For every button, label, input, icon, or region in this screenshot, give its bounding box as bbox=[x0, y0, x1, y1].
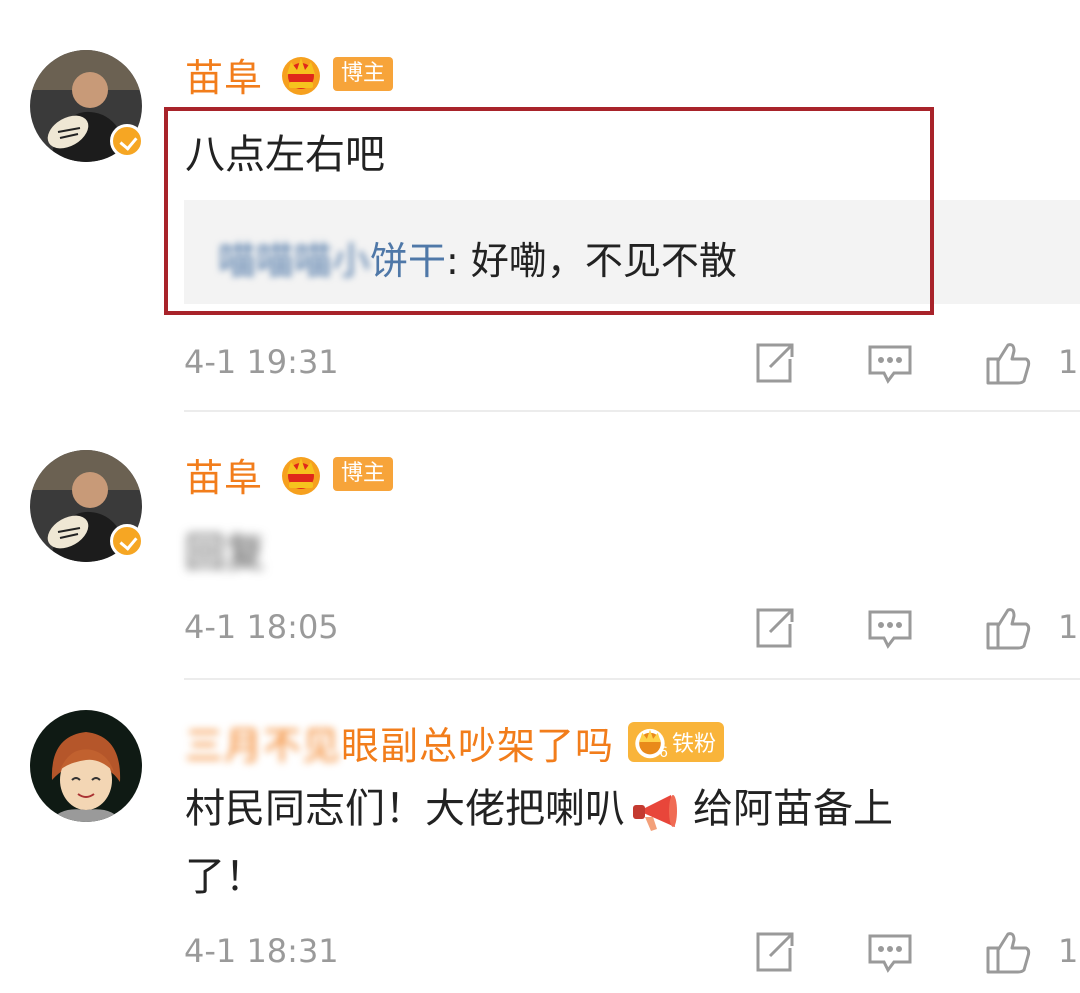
comment-item: 苗阜 博主 八点左右吧 喵喵喵小饼干: 好嘞，不见不散 4-1 19:31 1 bbox=[0, 0, 1080, 412]
comment-time: 4-1 18:05 bbox=[184, 608, 339, 646]
comment-icon[interactable] bbox=[866, 339, 914, 387]
share-icon[interactable] bbox=[750, 928, 798, 976]
like-icon[interactable] bbox=[984, 604, 1032, 652]
share-icon[interactable] bbox=[750, 339, 798, 387]
comment-text-blurred: 回复 bbox=[185, 520, 265, 578]
megaphone-icon bbox=[631, 789, 687, 833]
blogger-badge: 博主 bbox=[333, 457, 394, 491]
fan-badge: 6 铁粉 bbox=[628, 722, 725, 762]
comment-header: 苗阜 博主 bbox=[185, 446, 394, 502]
comment-header: 苗阜 博主 bbox=[185, 46, 394, 102]
username[interactable]: 苗阜 bbox=[185, 447, 263, 502]
comment-item: 三月不见眼副总吵架了吗 6 铁粉 村民同志们！大佬把喇叭 给阿苗备上 了！ 4-… bbox=[0, 680, 1080, 993]
avatar[interactable] bbox=[30, 50, 144, 162]
like-count: 1 bbox=[1058, 343, 1079, 381]
username-visible: 眼副总吵架了吗 bbox=[341, 723, 615, 768]
comment-meta: 4-1 19:31 1 bbox=[184, 335, 1080, 391]
avatar[interactable] bbox=[30, 710, 142, 822]
comment-text: 村民同志们！大佬把喇叭 给阿苗备上 bbox=[185, 776, 893, 834]
comment-text-line2: 了！ bbox=[185, 854, 265, 900]
comment-icon[interactable] bbox=[866, 604, 914, 652]
like-count: 1 bbox=[1058, 608, 1079, 646]
crown-icon bbox=[279, 452, 323, 496]
like-icon[interactable] bbox=[984, 928, 1032, 976]
share-icon[interactable] bbox=[750, 604, 798, 652]
verified-icon bbox=[110, 124, 144, 158]
comment-icon[interactable] bbox=[866, 928, 914, 976]
comment-text-line: 村民同志们！大佬把喇叭 bbox=[185, 786, 625, 832]
like-count: 1 bbox=[1058, 932, 1079, 970]
avatar[interactable] bbox=[30, 450, 144, 562]
username[interactable]: 三月不见眼副总吵架了吗 bbox=[185, 715, 614, 770]
verified-icon bbox=[110, 524, 144, 558]
comment-item: 苗阜 博主 回复 4-1 18:05 1 bbox=[0, 412, 1080, 682]
comment-text-line: 给阿苗备上 bbox=[693, 786, 893, 832]
fan-level: 6 bbox=[659, 745, 669, 761]
username[interactable]: 苗阜 bbox=[185, 47, 263, 102]
comment-meta: 4-1 18:31 1 bbox=[184, 924, 1080, 980]
blogger-badge: 博主 bbox=[333, 57, 394, 91]
highlight-box bbox=[164, 107, 934, 315]
comment-meta: 4-1 18:05 1 bbox=[184, 600, 1080, 656]
fan-label: 铁粉 bbox=[672, 732, 717, 757]
comment-time: 4-1 18:31 bbox=[184, 932, 339, 970]
like-icon[interactable] bbox=[984, 339, 1032, 387]
comment-time: 4-1 19:31 bbox=[184, 343, 339, 381]
crown-icon: 6 bbox=[632, 725, 669, 761]
username-blurred: 三月不见 bbox=[185, 723, 342, 768]
blurred-text: 回复 bbox=[185, 530, 265, 576]
comment-header: 三月不见眼副总吵架了吗 6 铁粉 bbox=[185, 714, 725, 770]
crown-icon bbox=[279, 52, 323, 96]
